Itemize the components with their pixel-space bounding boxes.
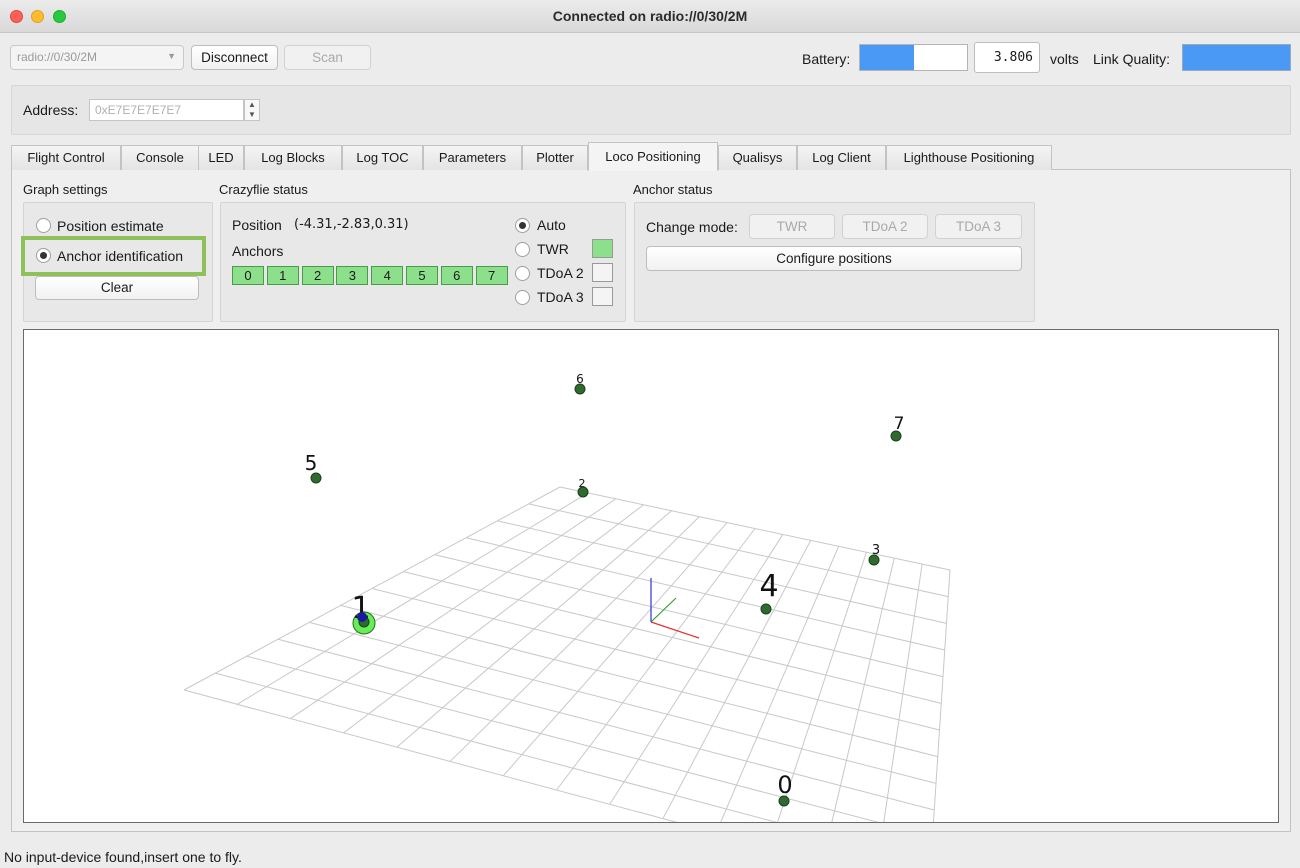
disconnect-button[interactable]: Disconnect [191,45,278,70]
tab-parameters[interactable]: Parameters [423,145,522,170]
y-axis [650,597,677,623]
mode-color-swatch-twr [592,239,613,258]
anchor-label-7: 7 [894,414,905,434]
address-label: Address: [23,102,79,118]
anchor-chip-2: 2 [301,266,334,285]
tab-loco-positioning[interactable]: Loco Positioning [588,142,718,171]
3d-scene[interactable]: 01234567 [24,330,1278,868]
chevron-down-icon[interactable]: ▼ [245,110,259,120]
anchor-chip-6: 6 [440,266,473,285]
battery-label: Battery: [802,51,851,67]
grid-line [183,486,561,691]
link-quality-bar [1182,44,1291,71]
mode-label-auto[interactable]: Auto [537,217,566,233]
tab-console[interactable]: Console [121,145,199,170]
anchors-label: Anchors [232,243,284,259]
tdoa2-mode-button[interactable]: TDoA 2 [842,214,928,239]
anchor-marker-4 [760,603,772,615]
grid-line [236,492,589,705]
grid-line [929,569,951,868]
radio-uri-select[interactable]: radio://0/30/2M ▼ [10,45,184,70]
anchor-chip-5: 5 [406,266,438,285]
tab-plotter[interactable]: Plotter [522,145,588,170]
grid-line [246,655,933,838]
position-estimate-radio[interactable] [36,218,51,233]
mode-label-twr[interactable]: TWR [537,241,569,257]
mode-radio-tdoa2[interactable] [515,266,530,281]
clear-button[interactable]: Clear [35,276,199,300]
grid-line [290,498,616,719]
anchor-label-4: 4 [759,569,778,604]
3d-view[interactable]: 01234567 [23,329,1279,868]
x-axis [650,621,700,639]
floor-grid [183,486,951,868]
tab-qualisys[interactable]: Qualisys [718,145,797,170]
address-input[interactable]: 0xE7E7E7E7E7 [89,99,244,121]
chevron-down-icon: ▼ [167,51,176,61]
anchor-label-2: 2 [579,477,586,490]
radio-uri-value: radio://0/30/2M [17,50,98,64]
grid-line [556,528,756,791]
voltage-readout: 3.806 [974,42,1040,73]
grid-line [183,689,849,868]
anchor-chip-0: 0 [232,266,264,285]
window-title: Connected on radio://0/30/2M [552,8,748,24]
position-label: Position [232,217,282,233]
mode-radio-tdoa3[interactable] [515,290,530,305]
chevron-up-icon[interactable]: ▲ [245,100,259,110]
anchor-label-5: 5 [305,451,318,475]
grid-line [343,504,644,734]
mode-label-tdoa2[interactable]: TDoA 2 [537,265,584,281]
grid-line [215,672,931,864]
mode-radio-auto[interactable] [515,218,530,233]
status-bar: No input-device found,insert one to fly. [4,849,242,865]
address-stepper[interactable]: ▲ ▼ [244,99,260,121]
tdoa3-mode-button[interactable]: TDoA 3 [935,214,1022,239]
anchor-chip-1: 1 [266,266,299,285]
tab-log-toc[interactable]: Log TOC [342,145,423,170]
tab-log-blocks[interactable]: Log Blocks [244,145,342,170]
anchor-label-0: 0 [777,771,792,799]
configure-positions-button[interactable]: Configure positions [646,246,1022,271]
anchor-label-6: 6 [576,372,584,386]
tab-log-client[interactable]: Log Client [797,145,886,170]
tab-led[interactable]: LED [198,145,244,170]
anchor-chip-4: 4 [371,266,404,285]
battery-level-bar [859,44,968,71]
tab-flight-control[interactable]: Flight Control [11,145,121,170]
anchor-chip-3: 3 [336,266,369,285]
graph-settings-title: Graph settings [23,182,108,197]
grid-line [502,522,728,777]
tab-lighthouse-positioning[interactable]: Lighthouse Positioning [886,145,1052,170]
change-mode-label: Change mode: [646,219,738,235]
mode-radio-twr[interactable] [515,242,530,257]
crazyflie-status-title: Crazyflie status [219,182,308,197]
volts-label: volts [1050,51,1079,67]
grid-line [396,510,672,748]
battery-level-fill [860,45,914,70]
title-bar: Connected on radio://0/30/2M [0,0,1300,33]
mode-color-swatch-tdoa3 [592,287,613,306]
highlight-box [21,236,206,276]
anchor-status-title: Anchor status [633,182,713,197]
link-quality-label: Link Quality: [1093,51,1171,67]
twr-mode-button[interactable]: TWR [749,214,835,239]
position-estimate-label[interactable]: Position estimate [57,218,164,234]
position-value: (-4.31,-2.83,0.31) [294,217,409,232]
anchor-label-3: 3 [872,543,880,558]
position-estimate-marker [357,612,367,622]
scan-button[interactable]: Scan [284,45,371,70]
anchor-chip-7: 7 [475,266,508,285]
mode-label-tdoa3[interactable]: TDoA 3 [537,289,584,305]
mode-color-swatch-tdoa2 [592,263,613,282]
